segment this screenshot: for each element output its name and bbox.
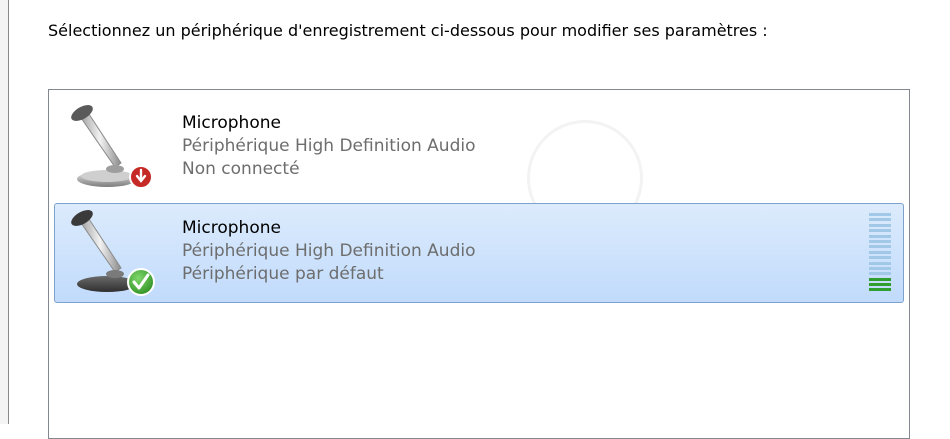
device-item-microphone-default[interactable]: Microphone Périphérique High Definition … (54, 203, 904, 303)
device-item-microphone-disconnected[interactable]: Microphone Périphérique High Definition … (54, 98, 904, 198)
device-text: Microphone Périphérique High Definition … (182, 217, 476, 286)
window-left-border (8, 0, 9, 424)
default-checkmark-icon (127, 268, 155, 296)
device-driver: Périphérique High Definition Audio (182, 136, 476, 156)
device-driver: Périphérique High Definition Audio (182, 241, 476, 261)
meter-segment (869, 277, 891, 281)
meter-segment (869, 288, 891, 292)
device-status: Non connecté (182, 159, 300, 179)
disconnected-badge-icon (129, 165, 153, 189)
meter-segment (869, 234, 891, 238)
meter-segment (869, 266, 891, 270)
meter-segment (869, 213, 891, 216)
meter-segment (869, 218, 891, 222)
microphone-icon (57, 101, 167, 193)
meter-segment (869, 283, 891, 287)
device-name: Microphone (182, 113, 281, 133)
device-text: Microphone Périphérique High Definition … (182, 112, 476, 181)
device-name: Microphone (182, 218, 281, 238)
meter-segment (869, 239, 891, 243)
device-status: Périphérique par défaut (182, 264, 384, 284)
meter-segment (869, 245, 891, 249)
microphone-icon (57, 206, 167, 298)
volume-level-meter (869, 213, 891, 293)
meter-segment (869, 229, 891, 233)
meter-segment (869, 272, 891, 276)
meter-segment (869, 256, 891, 260)
recording-device-list[interactable]: PC ASTUCES (48, 89, 910, 439)
window-left-frame (0, 0, 8, 424)
instruction-text: Sélectionnez un périphérique d'enregistr… (48, 21, 768, 40)
meter-segment (869, 250, 891, 254)
meter-segment (869, 261, 891, 265)
meter-segment (869, 223, 891, 227)
